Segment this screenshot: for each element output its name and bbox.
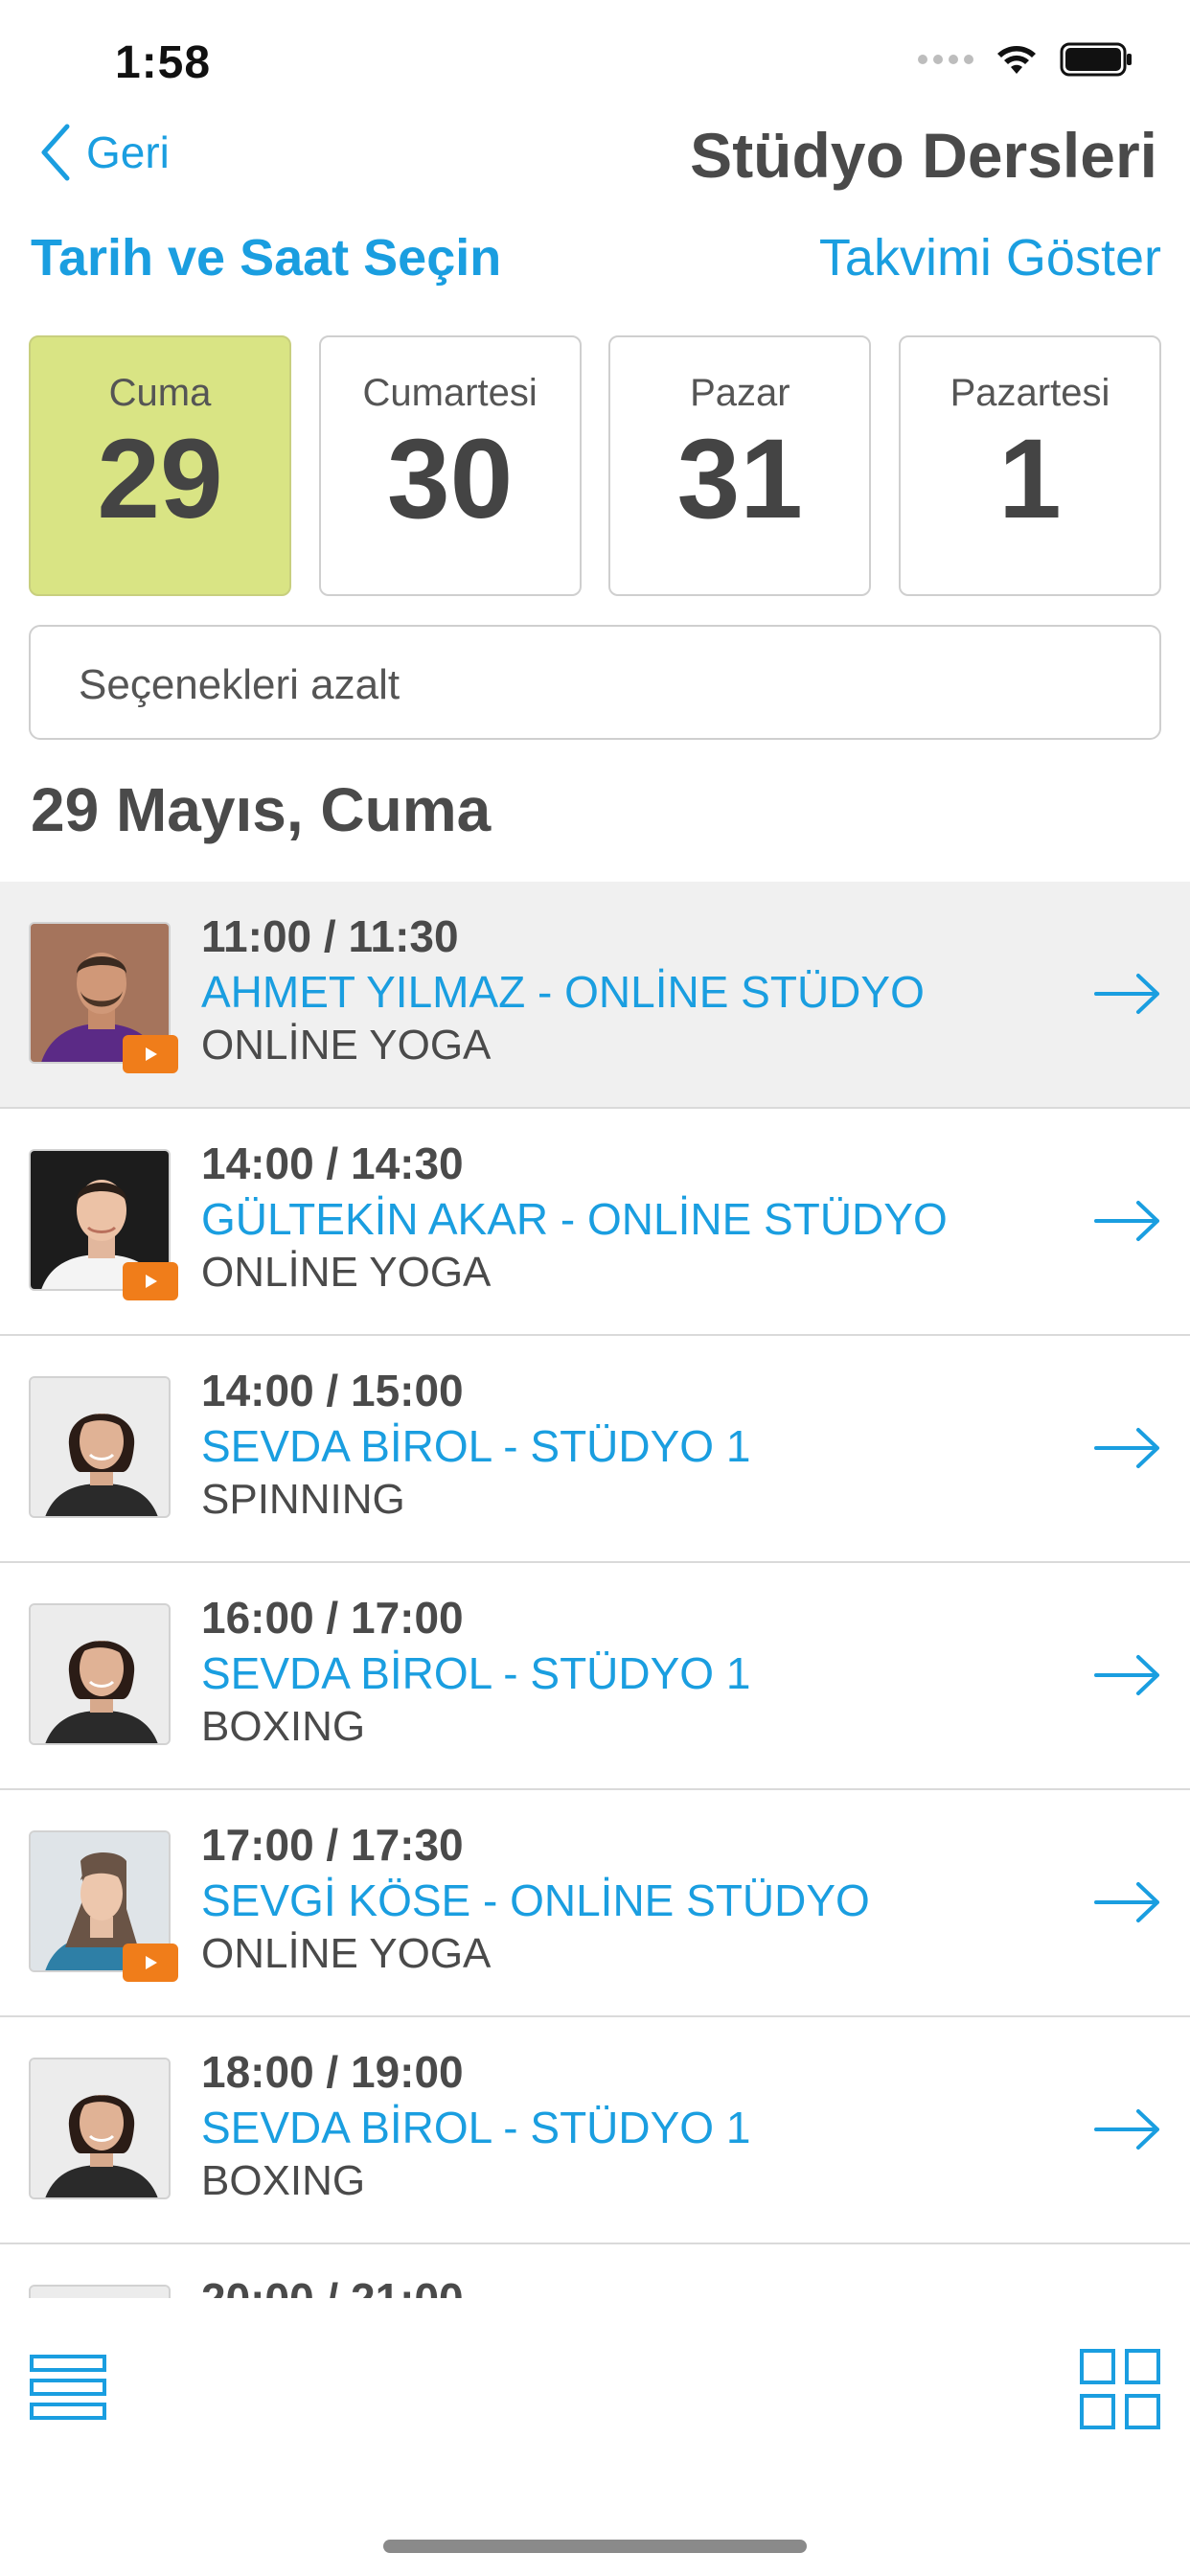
reduce-options-label: Seçenekleri azalt bbox=[79, 661, 400, 708]
bottom-bar bbox=[0, 2298, 1190, 2576]
class-instructor: SEVDA BİROL - STÜDYO 1 bbox=[201, 2103, 751, 2152]
day-number: 1 bbox=[998, 416, 1062, 542]
class-type: BOXING bbox=[201, 2157, 366, 2204]
day-card-saturday[interactable]: Cumartesi 30 bbox=[318, 335, 582, 596]
video-play-icon bbox=[123, 1944, 178, 1982]
class-row[interactable]: 14:00 / 15:00 SEVDA BİROL - STÜDYO 1 SPI… bbox=[0, 1336, 1190, 1563]
day-number: 31 bbox=[676, 416, 803, 542]
class-time: 17:00 / 17:30 bbox=[201, 1820, 464, 1870]
chevron-left-icon bbox=[41, 124, 70, 181]
day-card-monday[interactable]: Pazartesi 1 bbox=[898, 335, 1161, 596]
arrow-right-icon[interactable] bbox=[1094, 1426, 1161, 1470]
class-time: 18:00 / 19:00 bbox=[201, 2047, 464, 2097]
class-type: ONLİNE YOGA bbox=[201, 1249, 492, 1296]
page-title: Stüdyo Dersleri bbox=[690, 120, 1157, 191]
section-date: 29 Mayıs, Cuma bbox=[31, 775, 492, 844]
class-type: ONLİNE YOGA bbox=[201, 1022, 492, 1069]
class-row[interactable]: 17:00 / 17:30 SEVGİ KÖSE - ONLİNE STÜDYO… bbox=[0, 1790, 1190, 2017]
class-instructor: AHMET YILMAZ - ONLİNE STÜDYO bbox=[201, 967, 925, 1017]
class-type: SPINNING bbox=[201, 1476, 405, 1523]
arrow-right-icon[interactable] bbox=[1094, 1880, 1161, 1924]
date-select-label: Tarih ve Saat Seçin bbox=[31, 229, 502, 287]
day-name: Pazar bbox=[690, 372, 790, 414]
home-indicator bbox=[383, 2540, 807, 2553]
class-row[interactable]: 14:00 / 14:30 GÜLTEKİN AKAR - ONLİNE STÜ… bbox=[0, 1109, 1190, 1336]
class-type: ONLİNE YOGA bbox=[201, 1930, 492, 1977]
reduce-options-button[interactable]: Seçenekleri azalt bbox=[29, 625, 1161, 740]
class-instructor: SEVGİ KÖSE - ONLİNE STÜDYO bbox=[201, 1875, 870, 1925]
arrow-right-icon[interactable] bbox=[1094, 1653, 1161, 1697]
class-list: 11:00 / 11:30 AHMET YILMAZ - ONLİNE STÜD… bbox=[0, 882, 1190, 2298]
avatar bbox=[29, 2058, 171, 2199]
date-header: Tarih ve Saat Seçin Takvimi Göster bbox=[0, 222, 1190, 299]
avatar bbox=[29, 1603, 171, 1745]
class-type: BOXING bbox=[201, 1703, 366, 1750]
class-instructor: SEVDA BİROL - STÜDYO 1 bbox=[201, 1421, 751, 1471]
wifi-icon bbox=[995, 43, 1039, 76]
status-bar: 1:58 bbox=[0, 0, 1190, 126]
class-row[interactable]: 20:00 / 21:00 bbox=[0, 2244, 1190, 2298]
arrow-right-icon[interactable] bbox=[1094, 972, 1161, 1016]
nav-bar: Geri Stüdyo Dersleri bbox=[0, 115, 1190, 211]
class-time: 14:00 / 14:30 bbox=[201, 1138, 464, 1188]
back-label: Geri bbox=[86, 127, 170, 177]
avatar bbox=[29, 1376, 171, 1518]
day-name: Cumartesi bbox=[362, 372, 538, 414]
list-view-icon[interactable] bbox=[29, 2354, 107, 2426]
class-row[interactable]: 11:00 / 11:30 AHMET YILMAZ - ONLİNE STÜD… bbox=[0, 882, 1190, 1109]
day-card-friday[interactable]: Cuma 29 bbox=[29, 335, 291, 596]
class-time: 16:00 / 17:00 bbox=[201, 1593, 464, 1643]
day-selector: Cuma 29 Cumartesi 30 Pazar 31 Pazartesi … bbox=[29, 335, 1161, 596]
class-time: 11:00 / 11:30 bbox=[201, 911, 459, 961]
grid-view-icon[interactable] bbox=[1079, 2348, 1161, 2435]
status-icons bbox=[918, 42, 1133, 77]
battery-icon bbox=[1060, 42, 1133, 77]
class-row[interactable]: 16:00 / 17:00 SEVDA BİROL - STÜDYO 1 BOX… bbox=[0, 1563, 1190, 1790]
class-instructor: SEVDA BİROL - STÜDYO 1 bbox=[201, 1648, 751, 1698]
avatar bbox=[29, 2285, 171, 2298]
day-name: Cuma bbox=[108, 372, 212, 414]
video-play-icon bbox=[123, 1262, 178, 1300]
signal-icon bbox=[918, 55, 973, 64]
video-play-icon bbox=[123, 1035, 178, 1073]
back-button[interactable]: Geri bbox=[38, 123, 170, 182]
arrow-right-icon[interactable] bbox=[1094, 1199, 1161, 1243]
day-card-sunday[interactable]: Pazar 31 bbox=[608, 335, 872, 596]
arrow-right-icon[interactable] bbox=[1094, 2107, 1161, 2151]
day-number: 30 bbox=[387, 416, 514, 542]
class-time: 20:00 / 21:00 bbox=[201, 2273, 464, 2298]
class-row[interactable]: 18:00 / 19:00 SEVDA BİROL - STÜDYO 1 BOX… bbox=[0, 2017, 1190, 2244]
show-calendar-link[interactable]: Takvimi Göster bbox=[819, 228, 1161, 288]
class-time: 14:00 / 15:00 bbox=[201, 1366, 464, 1415]
class-instructor: GÜLTEKİN AKAR - ONLİNE STÜDYO bbox=[201, 1194, 948, 1244]
status-time: 1:58 bbox=[115, 37, 212, 88]
day-number: 29 bbox=[97, 416, 223, 542]
day-name: Pazartesi bbox=[950, 372, 1110, 414]
